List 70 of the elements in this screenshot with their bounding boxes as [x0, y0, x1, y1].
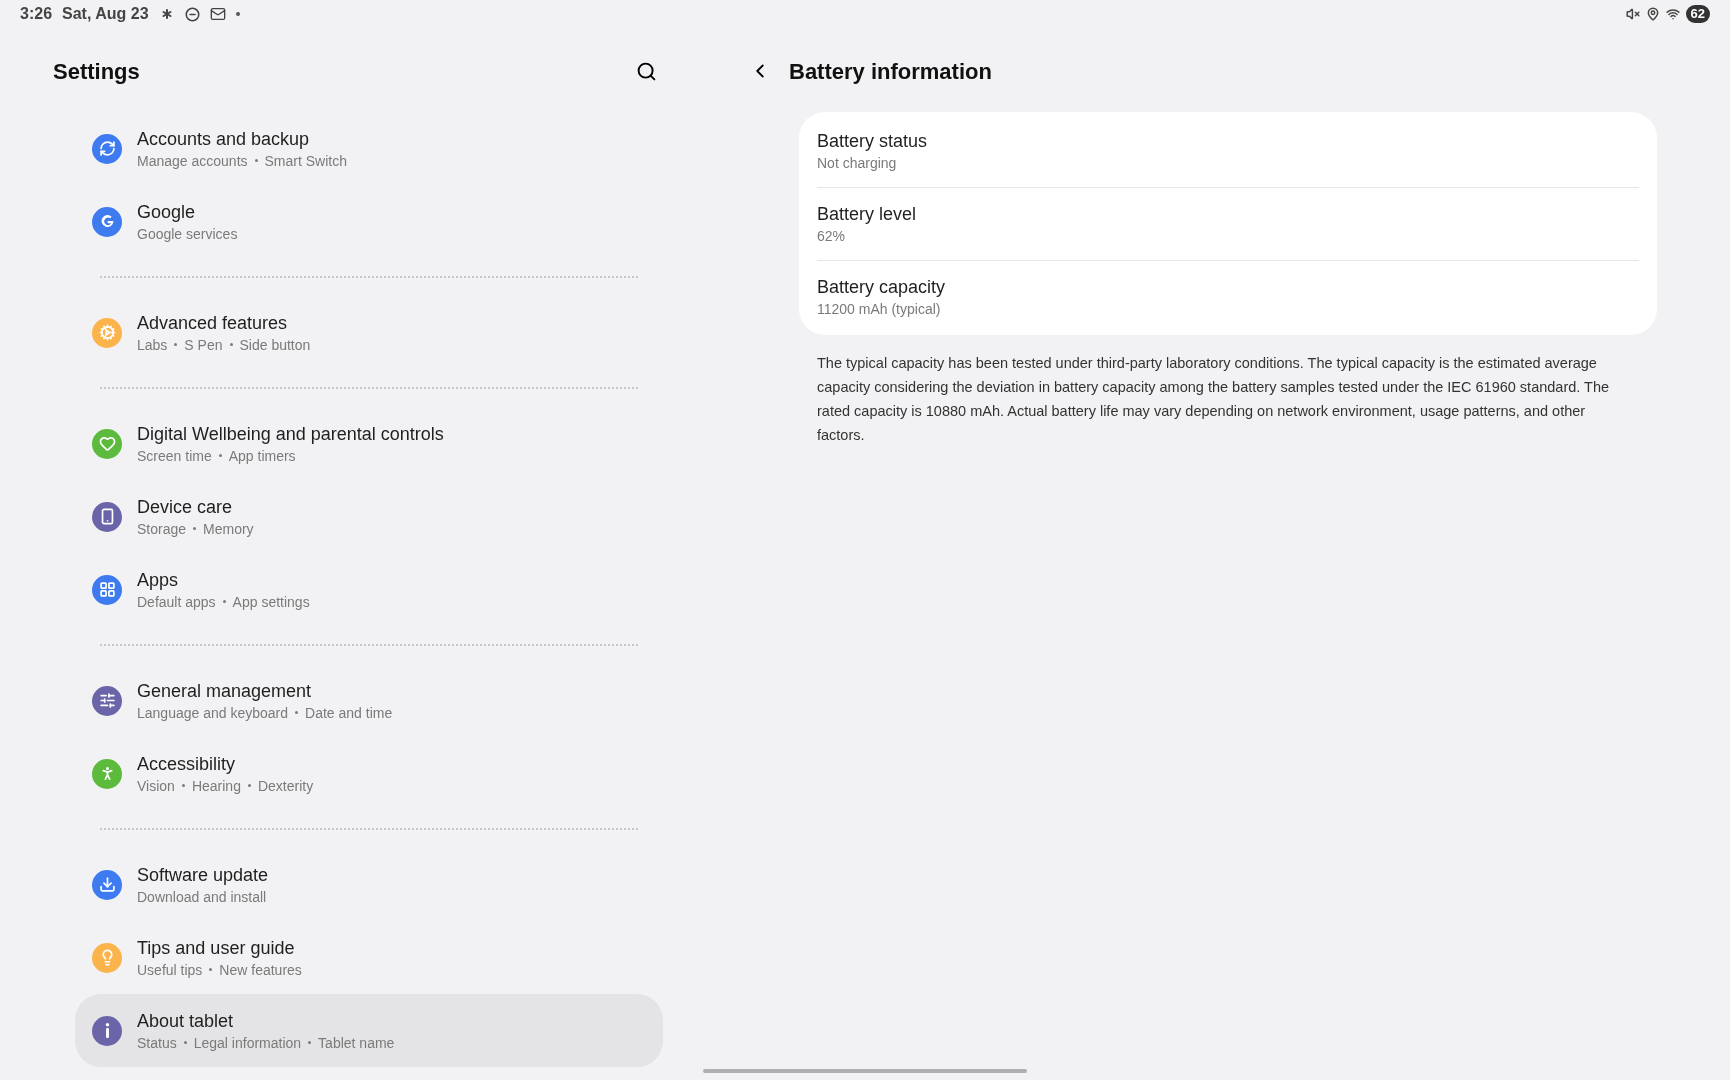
settings-item[interactable]: Device care Storage Memory — [75, 480, 663, 553]
item-subtitle: Screen time — [137, 446, 212, 466]
item-subtitle: Dexterity — [257, 776, 314, 796]
item-subtitle: S Pen — [184, 335, 223, 355]
item-title: Accounts and backup — [137, 127, 311, 151]
settings-item[interactable]: General management Language and keyboard Date and time — [75, 664, 663, 737]
item-subtitle: Manage accounts — [137, 151, 248, 171]
sliders-icon — [98, 692, 116, 709]
item-subtitle: Download and install — [137, 887, 267, 907]
item-title: Google — [137, 200, 197, 224]
heart-icon — [98, 435, 116, 452]
item-title: Device care — [137, 495, 234, 519]
settings-title: Settings — [53, 57, 140, 86]
settings-item[interactable]: Digital Wellbeing and parental controls Screen time App timers — [75, 407, 663, 480]
item-title: Advanced features — [137, 311, 289, 335]
settings-item[interactable]: Software update Download and install — [75, 848, 663, 921]
battery-indicator: 62 — [1685, 5, 1710, 23]
settings-item[interactable]: About tablet Status Legal information Tablet name — [75, 994, 663, 1067]
row-value: Not charging — [817, 153, 898, 173]
info-icon — [104, 1023, 110, 1038]
item-subtitle: Status — [137, 1033, 177, 1053]
item-subtitle: Legal information — [193, 1033, 302, 1053]
item-title: Software update — [137, 863, 269, 887]
settings-item[interactable]: Apps Default apps App settings — [75, 553, 663, 626]
item-subtitle: Useful tips — [137, 960, 203, 980]
item-subtitle: Storage — [137, 519, 187, 539]
page-title: Battery information — [789, 57, 992, 86]
settings-item[interactable]: Accessibility Vision Hearing Dexterity — [75, 737, 663, 810]
row-value: 11200 mAh (typical) — [817, 300, 942, 319]
item-title: General management — [137, 679, 313, 703]
item-title: Digital Wellbeing and parental controls — [137, 422, 444, 446]
item-title: Tips and user guide — [137, 936, 296, 960]
item-subtitle: Date and time — [305, 703, 393, 723]
do-not-disturb-icon — [184, 6, 200, 22]
item-subtitle: App timers — [228, 446, 296, 466]
mail-icon — [209, 6, 226, 22]
status-time: 3:26 — [20, 4, 53, 24]
row-title: Battery status — [817, 129, 929, 153]
mute-icon — [1625, 7, 1640, 21]
item-subtitle: Default apps — [137, 592, 216, 612]
grid-icon — [98, 581, 116, 598]
download-icon — [98, 876, 116, 893]
item-subtitle: Labs — [137, 335, 168, 355]
item-title: Accessibility — [137, 752, 237, 776]
item-subtitle: Tablet name — [318, 1033, 395, 1053]
search-icon — [636, 60, 657, 82]
gear-icon — [98, 324, 116, 341]
location-icon — [1645, 7, 1660, 21]
item-subtitle: New features — [219, 960, 302, 980]
item-subtitle: Hearing — [191, 776, 241, 796]
settings-item[interactable]: Advanced features Labs S Pen Side button — [75, 296, 663, 369]
item-subtitle: App settings — [232, 592, 310, 612]
item-title: About tablet — [137, 1009, 235, 1033]
wifi-icon — [1665, 7, 1680, 21]
status-date: Sat, Aug 23 — [62, 4, 149, 24]
item-subtitle: Language and keyboard — [137, 703, 289, 723]
item-subtitle: Memory — [203, 519, 254, 539]
item-subtitle: Side button — [239, 335, 311, 355]
row-title: Battery capacity — [817, 276, 947, 299]
item-subtitle: Google services — [137, 224, 238, 244]
settings-item[interactable]: Tips and user guide Useful tips New features — [75, 921, 663, 994]
capacity-note: The typical capacity has been tested under third-party laboratory conditions. The typical capacity is the estimated average capacity considering the deviation in battery capacity among the battery samples tested under the IEC 61960 standard. The rated capacity is 10880 mAh. Actual battery life may vary depending on network environment, usage patterns, and other factors. — [817, 354, 1611, 445]
row-title: Battery level — [817, 203, 918, 226]
row-value: 62% — [817, 227, 847, 246]
item-subtitle: Smart Switch — [264, 151, 347, 171]
settings-item[interactable]: Accounts and backup Manage accounts Smart Switch — [75, 112, 663, 185]
item-title: Apps — [137, 568, 180, 592]
item-subtitle: Vision — [137, 776, 175, 796]
settings-item[interactable]: Google Google services — [75, 185, 663, 258]
sync-icon — [98, 140, 116, 157]
